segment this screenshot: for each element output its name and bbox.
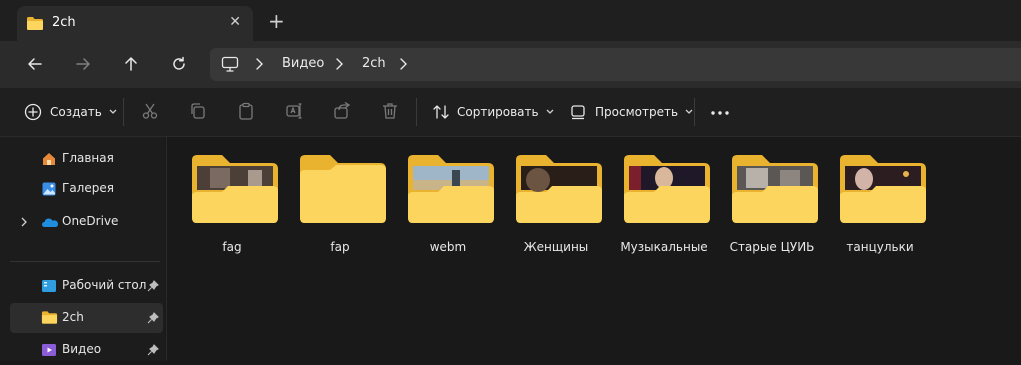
separator [694,98,695,126]
cut-icon[interactable] [141,102,159,120]
sort-label: Сортировать [457,105,539,119]
close-tab-button[interactable]: ✕ [229,14,241,30]
folder-item[interactable]: webm [400,152,496,262]
sort-button[interactable]: Сортировать [432,98,555,126]
folder-icon [192,155,278,223]
back-button[interactable] [24,53,46,75]
folder-name: fap [330,240,350,254]
pane-divider [166,137,167,361]
folder-icon [840,155,926,223]
chevron-down-icon [546,109,554,114]
sidebar-item-2ch[interactable]: 2ch [10,303,163,333]
separator [416,98,417,126]
folder-name: Старые ЦУИЬ [729,240,815,254]
sidebar-item-label: OneDrive [62,214,119,228]
onedrive-icon [42,218,58,227]
home-icon [43,153,55,165]
command-bar: Создать Сортировать Просмотреть [0,88,1021,137]
sidebar-item-label: 2ch [62,310,84,324]
folder-name: Музыкальные [620,240,708,254]
chevron-right-icon[interactable] [254,57,264,71]
arrow-up-icon [125,57,137,71]
folder-item[interactable]: fag [184,152,280,262]
copy-icon[interactable] [189,102,207,120]
chevron-down-icon [685,109,693,114]
chevron-right-icon[interactable] [20,216,28,228]
pin-icon[interactable] [147,312,159,324]
plus-circle-icon [24,103,42,121]
view-icon [571,105,585,120]
chevron-right-icon[interactable] [398,57,408,71]
more-options-icon[interactable] [710,110,730,116]
folder-icon [41,311,58,324]
pin-icon[interactable] [147,280,159,292]
folder-name: танцульки [846,240,914,254]
arrow-left-icon [28,58,42,70]
tab-strip: 2ch ✕ + [0,0,1021,41]
desktop-icon [42,280,56,292]
up-button[interactable] [120,53,142,75]
new-tab-button[interactable]: + [268,11,285,31]
delete-icon[interactable] [381,102,399,120]
refresh-button[interactable] [168,53,190,75]
folder-item[interactable]: Женщины [508,152,604,262]
tab-title: 2ch [52,15,76,30]
share-icon[interactable] [333,102,351,120]
folder-icon [732,155,818,223]
folder-item[interactable]: Музыкальные [616,152,712,262]
sidebar-item-desktop[interactable]: Рабочий стол [10,271,163,301]
sidebar-item-label: Рабочий стол [62,278,147,292]
gallery-icon [42,182,56,196]
folder-item[interactable]: fap [292,152,388,262]
folder-name: fag [222,240,242,254]
sort-icon [433,105,449,119]
navigation-bar: Видео 2ch [0,41,1021,88]
folder-item[interactable]: танцульки [832,152,928,262]
folder-icon [27,17,43,30]
navigation-pane: Главная Галерея OneDrive Рабочий стол 2c… [0,137,165,361]
tab-2ch[interactable]: 2ch ✕ [17,6,253,41]
arrow-right-icon [76,58,90,70]
create-button[interactable]: Создать [24,98,118,126]
forward-button[interactable] [72,53,94,75]
folder-icon [624,155,710,223]
pin-icon[interactable] [147,344,159,356]
address-bar[interactable]: Видео 2ch [210,48,1021,81]
sidebar-item-gallery[interactable]: Галерея [10,174,163,204]
sidebar-divider [10,261,160,262]
folder-icon [516,155,602,223]
sidebar-item-home[interactable]: Главная [10,144,163,174]
folder-name: webm [429,240,467,254]
folder-item[interactable]: Старые ЦУИЬ [724,152,820,262]
rename-icon[interactable] [285,102,303,120]
video-icon [42,344,56,356]
chevron-right-icon[interactable] [334,57,344,71]
breadcrumb-item-2ch[interactable]: 2ch [362,56,386,71]
chevron-down-icon [109,109,117,114]
folder-icon [408,155,494,223]
breadcrumb-item-video[interactable]: Видео [282,56,324,71]
sidebar-item-label: Главная [62,151,114,165]
sidebar-item-label: Галерея [62,181,114,195]
paste-icon[interactable] [237,102,255,120]
sidebar-item-label: Видео [62,342,102,356]
create-label: Создать [50,105,102,119]
computer-icon[interactable] [221,56,239,73]
separator [123,98,124,126]
folder-name: Женщины [523,240,589,254]
refresh-icon [173,56,185,70]
view-label: Просмотреть [595,105,679,119]
folder-icon [300,155,386,223]
sidebar-item-onedrive[interactable]: OneDrive [10,207,163,237]
view-button[interactable]: Просмотреть [569,98,694,126]
